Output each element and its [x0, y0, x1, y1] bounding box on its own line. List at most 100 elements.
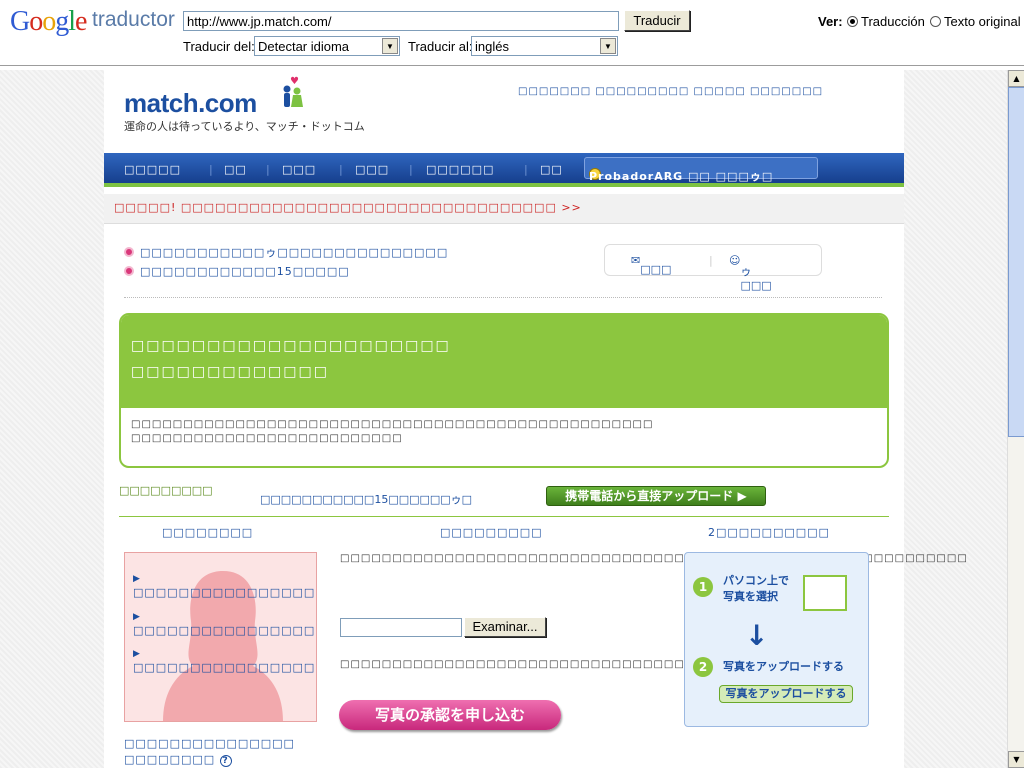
tagline: 運命の人は待っているより、マッチ・ドットコム — [124, 120, 365, 133]
column-heading: 2□□□□□□□□□□ — [708, 526, 830, 539]
to-language-select[interactable]: inglés ▼ — [471, 36, 618, 56]
view-translation-label: Traducción — [861, 14, 925, 29]
triangle-icon: ▶ — [133, 612, 141, 622]
photo-tip: ▶ □□□□□□□□□□□□□□□□□ — [133, 609, 317, 637]
view-label: Ver: — [818, 14, 843, 29]
translate-button[interactable]: Traducir — [624, 10, 690, 31]
radio-selected-icon[interactable] — [847, 16, 858, 27]
nav-item[interactable]: □□ — [224, 163, 247, 176]
upload-heading: □□□□□□□□□ — [119, 484, 213, 497]
panel-text: □□□□□□□□□□□□□□□□□□□□□□□□□□ — [131, 433, 403, 444]
scroll-up-icon[interactable]: ▲ — [1008, 70, 1024, 87]
view-original-option[interactable]: Texto original — [930, 14, 1021, 29]
help-icon[interactable]: ? — [219, 755, 232, 767]
couple-icon — [283, 85, 303, 107]
panel-title: □□□□□□□□□□□□□□□□□□□□□ — [131, 338, 451, 354]
triangle-icon: ▶ — [133, 649, 141, 659]
logo-letter: e — [75, 6, 87, 37]
photo-tip-text: □□□□□□□□□□□□□□□□□ — [133, 586, 317, 599]
from-language-value: Detectar idioma — [258, 39, 350, 54]
divider: | — [709, 254, 713, 267]
help-text-line: □□□□□□□□□□□□□□□ — [124, 737, 295, 750]
wink-link[interactable]: ☺ ゥ□□□ — [729, 254, 772, 292]
arrow-down-icon: ↓ — [745, 619, 769, 652]
match-logo[interactable]: match.com — [124, 88, 257, 119]
radio-icon[interactable] — [930, 16, 941, 27]
nav-separator: | — [209, 163, 214, 176]
user-menu-label: ProbadorARG □□ □□□ゥ□ — [589, 170, 774, 183]
view-original-label: Texto original — [944, 14, 1021, 29]
mail-link[interactable]: ✉ □□□ — [631, 254, 671, 276]
photo-tip: ▶ □□□□□□□□□□□□□□□□□ — [133, 646, 317, 674]
bullet-icon — [124, 266, 134, 276]
mail-label: □□□ — [640, 263, 672, 276]
translated-page-frame: match.com ♥ 運命の人は待っているより、マッチ・ドットコム □□□□□… — [0, 70, 1007, 768]
monitor-icon — [803, 575, 847, 611]
from-language-label: Traducir del: — [183, 39, 255, 54]
nav-separator: | — [524, 163, 529, 176]
scroll-down-icon[interactable]: ▼ — [1008, 751, 1024, 768]
scroll-thumb[interactable] — [1008, 87, 1024, 437]
panel-body: □□□□□□□□□□□□□□□□□□□□□□□□□□□□□□□□□□□□□□□□… — [121, 408, 887, 456]
nav-item[interactable]: □□□□□□ — [426, 163, 494, 176]
file-path-input[interactable] — [340, 618, 462, 637]
bullet-label: □□□□□□□□□□□□15□□□□□ — [140, 265, 350, 278]
nav-item[interactable]: □□□ — [282, 163, 316, 176]
column-heading: □□□□□□□□ — [162, 526, 254, 539]
nav-separator: | — [266, 163, 271, 176]
vertical-scrollbar[interactable]: ▲ ▼ — [1007, 70, 1024, 768]
chevron-down-icon[interactable]: ▼ — [600, 38, 616, 54]
notice-more-link[interactable]: >> — [561, 201, 581, 214]
google-logo[interactable]: Google — [10, 6, 87, 38]
google-translate-bar: Google traductor http://www.jp.match.com… — [0, 0, 1024, 66]
upload-instructions: □□□□□□□□□□□□□□□□□□□□□□□□□□□□□□□□□□□□1□□□… — [340, 553, 968, 564]
bullet-icon — [124, 247, 134, 257]
request-approval-button[interactable]: 写真の承認を申し込む — [339, 700, 561, 730]
nav-separator: | — [409, 163, 414, 176]
logo-letter: o — [42, 6, 56, 37]
bullet-label: □□□□□□□□□□□ゥ□□□□□□□□□□□□□□□ — [140, 246, 449, 259]
nav-item[interactable]: □□□ — [355, 163, 389, 176]
chevron-down-icon[interactable]: ▼ — [382, 38, 398, 54]
nav-item[interactable]: □□ — [540, 163, 563, 176]
step-text: 写真をアップロードする — [723, 660, 844, 673]
guide-upload-button: 写真をアップロードする — [719, 685, 853, 703]
match-page: match.com ♥ 運命の人は待っているより、マッチ・ドットコム □□□□□… — [104, 70, 968, 768]
photo-help-text[interactable]: □□□□□□□□□□□□□□□ □□□□□□□□ ? — [124, 736, 295, 768]
info-bullet[interactable]: □□□□□□□□□□□ゥ□□□□□□□□□□□□□□□ — [124, 244, 448, 260]
mobile-upload-button[interactable]: 携帯電話から直接アップロード ▶ — [546, 486, 766, 506]
notice-label: □□□□□! □□□□□□□□□□□□□□□□□□□□□□□□□□□□□□□□□ — [114, 201, 557, 214]
logo-letter: o — [29, 6, 43, 37]
column-heading: □□□□□□□□□ — [440, 526, 543, 539]
top-links[interactable]: □□□□□□□ □□□□□□□□□ □□□□□ □□□□□□□ — [518, 86, 823, 97]
logo-letter: g — [55, 6, 69, 37]
panel-text: □□□□□□□□□□□□□□□□□□□□□□□□□□□□□□□□□□□□□□□□… — [131, 419, 654, 430]
main-nav: □□□□□ | □□ | □□□ | □□□ | □□□□□□ | □□ Pro… — [104, 153, 904, 187]
upload-guide: 1 パソコン上で 写真を選択 ↓ 2 写真をアップロードする 写真をアップロード… — [684, 552, 869, 727]
step-number: 2 — [693, 657, 713, 677]
panel-subtitle: □□□□□□□□□□□□□ — [131, 364, 329, 380]
upload-subheading: □□□□□□□□□□□15□□□□□□ゥ□ — [260, 493, 473, 506]
help-text-line: □□□□□□□□ — [124, 753, 216, 766]
notice-text[interactable]: □□□□□! □□□□□□□□□□□□□□□□□□□□□□□□□□□□□□□□□… — [114, 201, 582, 214]
photo-tip: ▶ □□□□□□□□□□□□□□□□□ — [133, 571, 317, 599]
to-language-value: inglés — [475, 39, 509, 54]
nav-item[interactable]: □□□□□ — [124, 163, 181, 176]
wink-label: ゥ□□□ — [740, 265, 772, 292]
view-translation-option[interactable]: Traducción — [847, 14, 925, 29]
photo-tip-text: □□□□□□□□□□□□□□□□□ — [133, 661, 317, 674]
user-menu-button[interactable]: ProbadorARG □□ □□□ゥ□ — [584, 157, 818, 183]
panel-header: □□□□□□□□□□□□□□□□□□□□□ □□□□□□□□□□□□□ — [121, 315, 887, 408]
step-number: 1 — [693, 577, 713, 597]
mail-wink-box: ✉ □□□ | ☺ ゥ□□□ — [604, 244, 822, 292]
from-language-select[interactable]: Detectar idioma ▼ — [254, 36, 400, 56]
approval-text: □□□□□□□□□□□□□□□□□□□□□□□□□□□□□□□□□□□□□□□ — [340, 659, 748, 670]
photo-info-panel: □□□□□□□□□□□□□□□□□□□□□ □□□□□□□□□□□□□ □□□□… — [119, 313, 889, 468]
photo-tip-text: □□□□□□□□□□□□□□□□□ — [133, 624, 317, 637]
browse-button[interactable]: Examinar... — [464, 617, 546, 637]
to-language-label: Traducir al: — [408, 39, 473, 54]
url-input[interactable]: http://www.jp.match.com/ — [183, 11, 619, 31]
step-text: パソコン上で 写真を選択 — [723, 574, 789, 603]
triangle-icon: ▶ — [133, 574, 141, 584]
info-bullet[interactable]: □□□□□□□□□□□□15□□□□□ — [124, 265, 350, 278]
